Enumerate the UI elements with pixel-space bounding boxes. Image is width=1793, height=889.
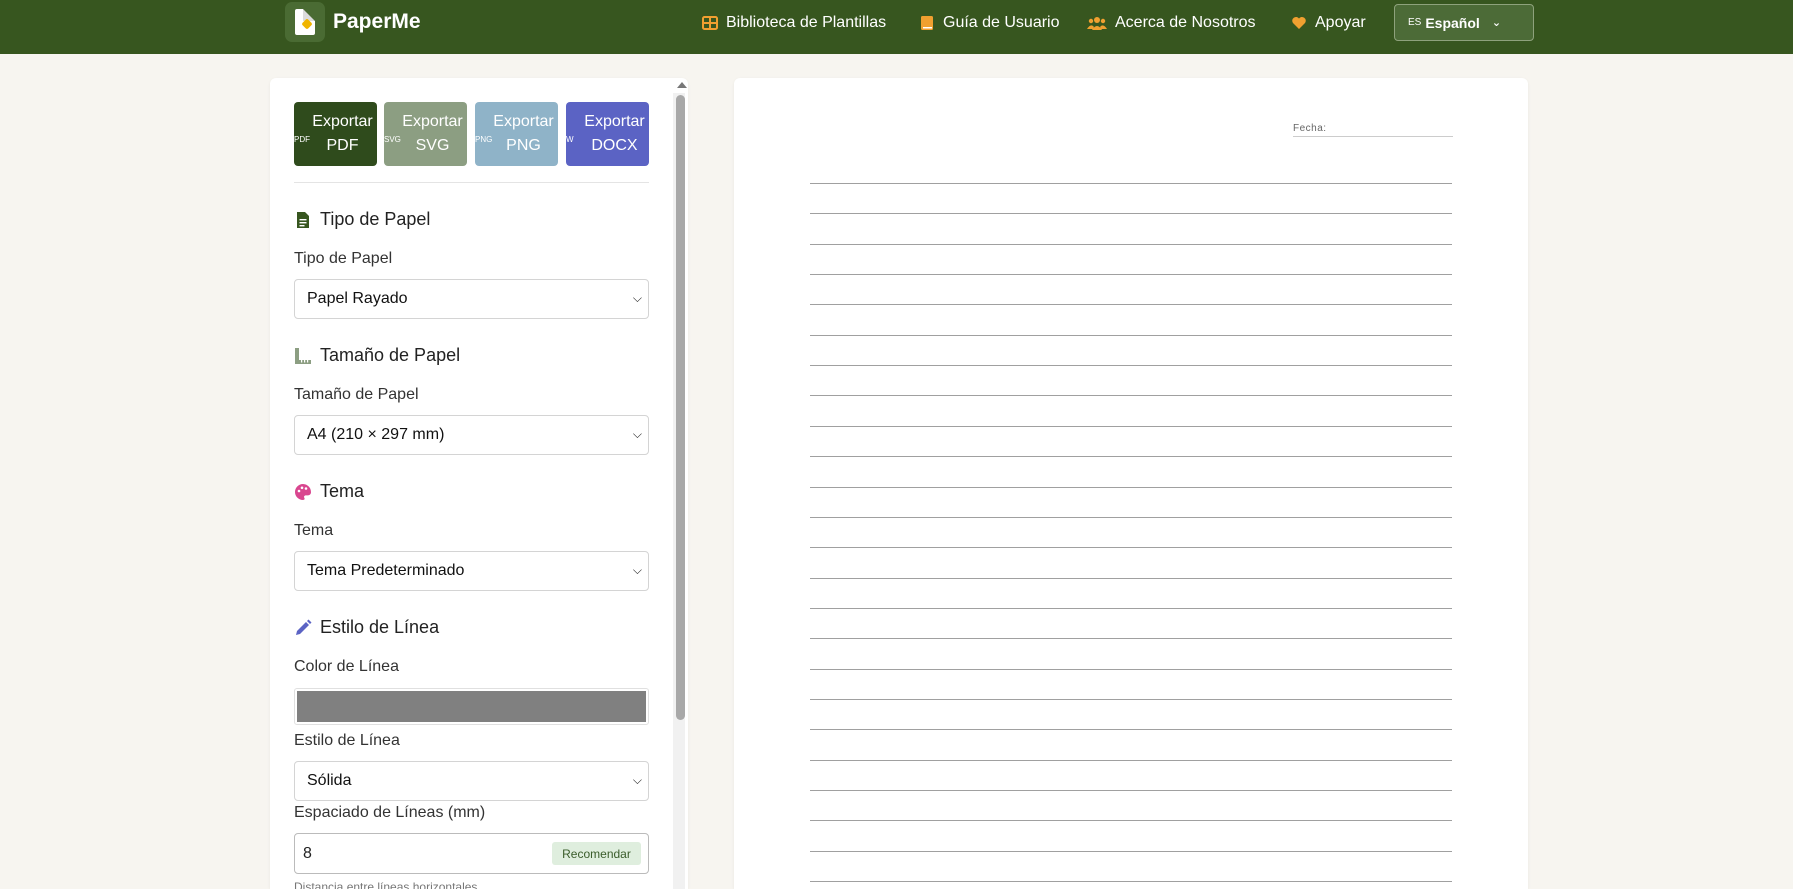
- export-divider: [294, 182, 649, 183]
- ruled-line: [810, 425, 1452, 427]
- chevron-down-icon: ⌵: [632, 427, 642, 441]
- image-file-icon: PNG: [475, 135, 493, 144]
- export-docx-button[interactable]: W Exportar DOCX: [566, 102, 649, 166]
- ruled-line: [810, 274, 1452, 276]
- paper-size-select[interactable]: A4 (210 × 297 mm) ⌵: [294, 415, 649, 455]
- pdf-file-icon: PDF: [294, 135, 310, 144]
- ruled-line: [810, 850, 1452, 852]
- line-spacing-value: 8: [303, 844, 312, 862]
- export-docx-label: Exportar DOCX: [584, 113, 645, 154]
- paper-preview: [734, 78, 1528, 889]
- ruled-line: [810, 304, 1452, 306]
- section-theme-title: Tema: [294, 481, 364, 502]
- ruled-line: [810, 456, 1452, 458]
- paper-size-label: Tamaño de Papel: [294, 386, 419, 403]
- section-line-style-title: Estilo de Línea: [294, 617, 439, 638]
- ruled-line: [810, 729, 1452, 731]
- ruled-line: [810, 668, 1452, 670]
- ruled-line: [810, 759, 1452, 761]
- book-icon: [921, 16, 933, 30]
- chevron-down-icon: ⌵: [632, 291, 642, 305]
- line-style-select[interactable]: Sólida ⌵: [294, 761, 649, 801]
- brand-name[interactable]: PaperMe: [333, 10, 421, 34]
- export-pdf-label: Exportar PDF: [312, 113, 373, 154]
- section-line-style-text: Estilo de Línea: [320, 617, 440, 637]
- export-png-button[interactable]: PNG Exportar PNG: [475, 102, 558, 166]
- language-selector[interactable]: ES Español ⌄: [1394, 4, 1534, 41]
- scroll-up-arrow-icon[interactable]: [677, 82, 687, 88]
- nav-user-guide-label: Guía de Usuario: [943, 14, 1060, 31]
- nav-user-guide[interactable]: Guía de Usuario: [919, 12, 1060, 34]
- nav-support-label: Apoyar: [1315, 14, 1366, 31]
- ruler-icon: [295, 347, 311, 364]
- ruled-line: [810, 820, 1452, 822]
- paper-type-label: Tipo de Papel: [294, 250, 393, 267]
- heart-icon: [1292, 17, 1306, 29]
- line-color-fill: [297, 691, 646, 722]
- word-file-icon: W: [566, 135, 574, 144]
- paper-size-value: A4 (210 × 297 mm): [307, 426, 445, 443]
- palette-icon: [295, 483, 312, 500]
- line-spacing-hint: Distancia entre líneas horizontales: [294, 880, 478, 889]
- ruled-line: [810, 607, 1452, 609]
- chevron-down-icon: ⌵: [632, 773, 642, 787]
- paper-type-value: Papel Rayado: [307, 290, 408, 307]
- ruled-line: [810, 881, 1452, 883]
- ruled-line: [810, 334, 1452, 336]
- export-svg-button[interactable]: SVG Exportar SVG: [384, 102, 467, 166]
- theme-value: Tema Predeterminado: [307, 562, 465, 579]
- line-color-picker[interactable]: [294, 688, 649, 725]
- ruled-line: [810, 516, 1452, 518]
- ruled-line: [810, 243, 1452, 245]
- language-label: Español: [1425, 14, 1480, 31]
- ruled-line: [810, 213, 1452, 215]
- ruled-line: [810, 365, 1452, 367]
- grid-icon: [702, 16, 718, 30]
- line-spacing-label: Espaciado de Líneas (mm): [294, 804, 486, 821]
- ruled-line: [810, 395, 1452, 397]
- svg-file-icon: SVG: [384, 135, 401, 144]
- theme-label: Tema: [294, 522, 334, 539]
- export-pdf-button[interactable]: PDF Exportar PDF: [294, 102, 377, 166]
- language-code: ES: [1408, 17, 1422, 28]
- sidebar-scrollbar-thumb[interactable]: [676, 95, 685, 720]
- ruled-line: [810, 486, 1452, 488]
- paper-type-select[interactable]: Papel Rayado ⌵: [294, 279, 649, 319]
- line-color-label: Color de Línea: [294, 658, 399, 675]
- ruled-line: [810, 183, 1452, 184]
- pencil-icon: [296, 619, 312, 635]
- nav-template-library[interactable]: Biblioteca de Plantillas: [702, 12, 886, 34]
- section-paper-size-text: Tamaño de Papel: [320, 345, 461, 365]
- ruled-line: [810, 547, 1452, 549]
- ruled-line: [810, 577, 1452, 579]
- logo-icon[interactable]: [285, 2, 325, 42]
- nav-about-us[interactable]: Acerca de Nosotros: [1087, 12, 1256, 34]
- line-style-value: Sólida: [307, 772, 352, 789]
- export-svg-label: Exportar SVG: [402, 113, 463, 154]
- nav-template-library-label: Biblioteca de Plantillas: [726, 14, 887, 31]
- section-paper-type-title: Tipo de Papel: [294, 209, 430, 230]
- nav-support[interactable]: Apoyar: [1291, 12, 1366, 34]
- ruled-line: [810, 638, 1452, 640]
- chevron-down-icon: ⌵: [632, 563, 642, 577]
- recommend-button[interactable]: Recomendar: [552, 842, 641, 865]
- theme-select[interactable]: Tema Predeterminado ⌵: [294, 551, 649, 591]
- ruled-line: [810, 790, 1452, 791]
- section-theme-text: Tema: [320, 481, 365, 501]
- date-underline: [1293, 136, 1453, 137]
- date-label: Fecha:: [1293, 123, 1327, 134]
- ruled-line: [810, 698, 1452, 700]
- users-icon: [1087, 17, 1107, 30]
- document-icon: [297, 211, 309, 228]
- nav-about-us-label: Acerca de Nosotros: [1115, 14, 1256, 31]
- section-paper-type-text: Tipo de Papel: [320, 209, 431, 229]
- line-style-label: Estilo de Línea: [294, 732, 400, 749]
- chevron-down-icon: ⌄: [1491, 17, 1502, 29]
- export-png-label: Exportar PNG: [493, 113, 554, 154]
- section-paper-size-title: Tamaño de Papel: [294, 345, 460, 366]
